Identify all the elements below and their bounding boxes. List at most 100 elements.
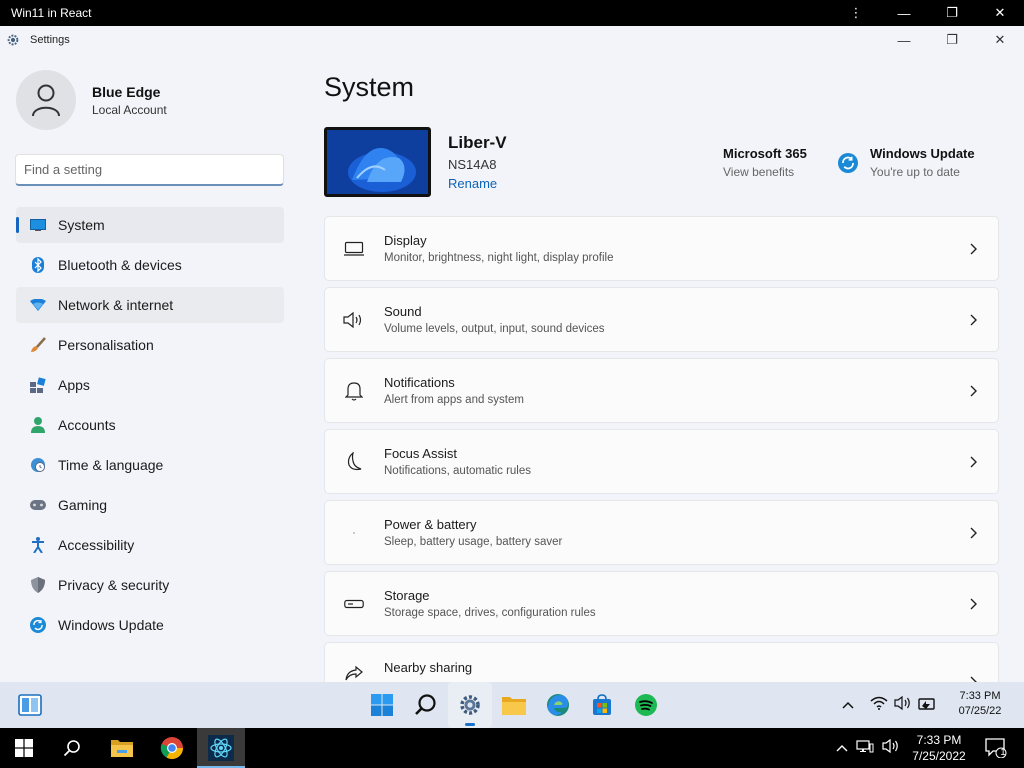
host-minimize-button[interactable]: — — [880, 0, 928, 26]
sidebar-item-windows-update[interactable]: Windows Update — [16, 607, 284, 643]
close-button[interactable]: ✕ — [976, 26, 1024, 54]
chevron-up-icon[interactable] — [836, 739, 848, 757]
chevron-right-icon — [964, 381, 984, 401]
card-title: Sound — [384, 304, 422, 319]
sidebar-item-label: Network & internet — [58, 297, 174, 313]
widgets-icon[interactable] — [18, 694, 42, 716]
store-icon[interactable] — [580, 682, 624, 728]
chevron-right-icon — [964, 452, 984, 472]
volume-icon[interactable] — [894, 695, 912, 715]
card-subtitle: Monitor, brightness, night light, displa… — [384, 252, 614, 264]
bloom-wallpaper-icon — [327, 130, 428, 194]
sidebar-item-time-language[interactable]: Time & language — [16, 447, 284, 483]
sidebar-item-label: Accessibility — [58, 537, 135, 553]
host-maximize-button[interactable]: ❐ — [928, 0, 976, 26]
host-system-tray — [836, 728, 900, 768]
page-title: System — [324, 72, 415, 102]
monitor-icon — [30, 217, 46, 233]
chevron-right-icon — [964, 523, 984, 543]
avatar[interactable] — [16, 70, 76, 130]
host-search-icon[interactable] — [48, 728, 96, 768]
settings-window-title: Settings — [30, 34, 70, 46]
sidebar-item-gaming[interactable]: Gaming — [16, 487, 284, 523]
sidebar-item-bluetooth[interactable]: Bluetooth & devices — [16, 247, 284, 283]
sidebar-item-label: Personalisation — [58, 337, 154, 353]
card-sound[interactable]: Sound Volume levels, output, input, sound… — [324, 287, 999, 352]
card-notifications[interactable]: Notifications Alert from apps and system — [324, 358, 999, 423]
chevron-right-icon — [964, 239, 984, 259]
host-chrome-icon[interactable] — [148, 728, 196, 768]
minimize-button[interactable]: — — [880, 26, 928, 54]
rename-link[interactable]: Rename — [448, 176, 507, 191]
device-info: Liber-V NS14A8 Rename — [448, 133, 507, 191]
card-focus-assist[interactable]: Focus Assist Notifications, automatic rul… — [324, 429, 999, 494]
device-wallpaper-thumbnail — [324, 127, 431, 197]
chevron-up-icon[interactable] — [842, 696, 854, 714]
card-storage[interactable]: Storage Storage space, drives, configurat… — [324, 571, 999, 636]
sidebar-item-privacy[interactable]: Privacy & security — [16, 567, 284, 603]
search-input[interactable] — [16, 155, 283, 184]
card-subtitle: Sleep, battery usage, battery saver — [384, 536, 563, 548]
person-icon — [30, 417, 46, 433]
chevron-right-icon — [964, 672, 984, 682]
card-power-battery[interactable]: Power & battery Sleep, battery usage, bat… — [324, 500, 999, 565]
settings-title-bar[interactable]: Settings — ❐ ✕ — [0, 26, 1024, 54]
host-clock[interactable]: 7:33 PM 7/25/2022 — [906, 732, 972, 764]
card-nearby-sharing[interactable]: Nearby sharing — [324, 642, 999, 682]
host-file-explorer-icon[interactable] — [98, 728, 146, 768]
host-taskbar: 7:33 PM 7/25/2022 1 — [0, 728, 1024, 768]
sidebar-item-network[interactable]: Network & internet — [16, 287, 284, 323]
microsoft-365-subtitle: View benefits — [723, 165, 795, 179]
host-react-app-icon[interactable] — [197, 728, 245, 768]
volume-icon[interactable] — [882, 738, 900, 758]
sidebar-item-accessibility[interactable]: Accessibility — [16, 527, 284, 563]
battery-icon[interactable] — [918, 695, 936, 716]
card-subtitle: Storage space, drives, configuration rul… — [384, 607, 596, 619]
profile-name: Blue Edge — [92, 83, 161, 100]
device-name: Liber-V — [448, 133, 507, 152]
wifi-icon[interactable] — [870, 696, 888, 715]
win11-clock[interactable]: 7:33 PM 07/25/22 — [950, 689, 1010, 719]
chevron-right-icon — [964, 310, 984, 330]
search-icon[interactable] — [404, 682, 448, 728]
search-box[interactable] — [15, 154, 284, 186]
chevron-right-icon — [964, 594, 984, 614]
update-icon — [30, 617, 46, 633]
start-icon[interactable] — [360, 682, 404, 728]
display-icon — [343, 238, 365, 260]
share-icon — [343, 663, 365, 682]
notification-count-badge: 1 — [1000, 747, 1006, 757]
sidebar-item-accounts[interactable]: Accounts — [16, 407, 284, 443]
card-display[interactable]: Display Monitor, brightness, night light,… — [324, 216, 999, 281]
explorer-icon[interactable] — [492, 682, 536, 728]
sidebar-item-label: System — [58, 217, 105, 233]
speaker-icon — [343, 309, 365, 331]
host-time: 7:33 PM — [916, 733, 962, 747]
spotify-icon[interactable] — [624, 682, 668, 728]
card-title: Nearby sharing — [384, 660, 473, 675]
sidebar-item-personalisation[interactable]: Personalisation — [16, 327, 284, 363]
card-subtitle: Volume levels, output, input, sound devi… — [384, 323, 605, 335]
card-subtitle: Notifications, automatic rules — [384, 465, 532, 477]
windows-start-icon[interactable] — [0, 728, 48, 768]
windows-update-tile[interactable]: Windows Update You're up to date — [838, 146, 975, 179]
card-subtitle: Alert from apps and system — [384, 394, 524, 406]
sidebar-item-system[interactable]: System — [16, 207, 284, 243]
network-icon[interactable] — [856, 739, 874, 758]
card-title: Notifications — [384, 375, 455, 390]
moon-icon — [343, 451, 365, 473]
sidebar-item-label: Bluetooth & devices — [58, 257, 182, 273]
notification-center-icon[interactable]: 1 — [978, 728, 1014, 768]
sidebar-item-apps[interactable]: Apps — [16, 367, 284, 403]
profile[interactable]: Blue Edge Local Account — [16, 70, 167, 130]
settings-window: Settings — ❐ ✕ Blue Edge Local Account S… — [0, 26, 1024, 682]
host-close-button[interactable]: ✕ — [976, 0, 1024, 26]
host-menu-button[interactable]: ⋮ — [832, 0, 880, 26]
bell-icon — [343, 380, 365, 402]
edge-icon[interactable] — [536, 682, 580, 728]
maximize-button[interactable]: ❐ — [928, 26, 976, 54]
settings-icon[interactable] — [448, 682, 492, 728]
sidebar-item-label: Apps — [58, 377, 90, 393]
microsoft-365-tile[interactable]: Microsoft 365 View benefits — [723, 146, 807, 179]
host-title-bar: Win11 in React ⋮ — ❐ ✕ — [0, 0, 1024, 26]
